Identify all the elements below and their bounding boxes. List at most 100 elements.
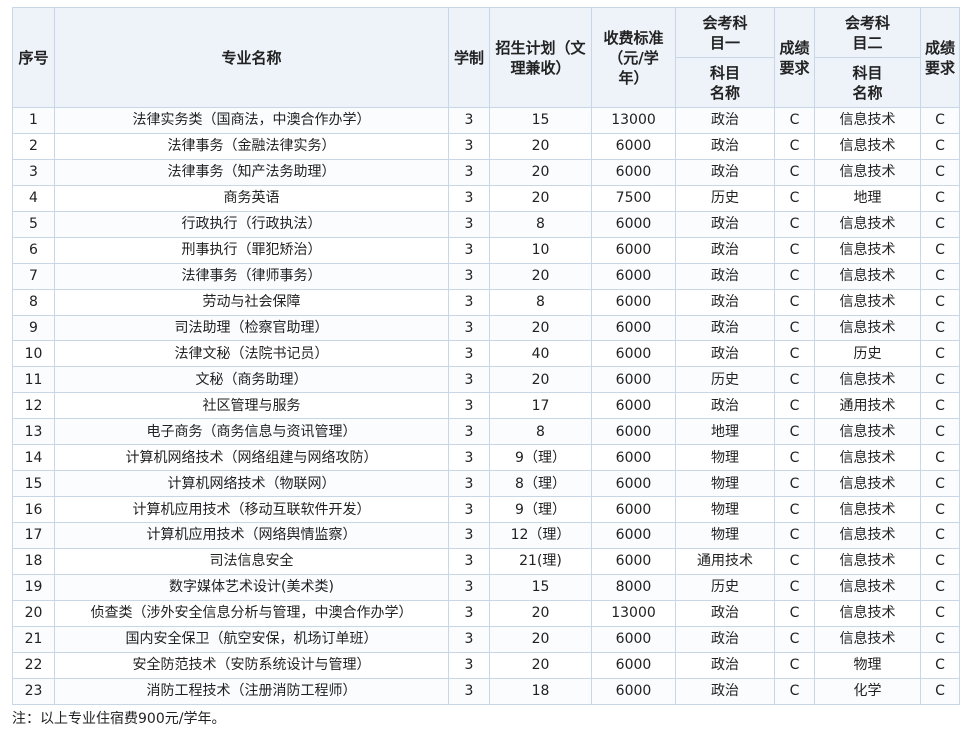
cell-subject1: 政治	[675, 132, 775, 160]
cell-subject1: 政治	[675, 314, 775, 342]
cell-major: 计算机网络技术（网络组建与网络攻防）	[54, 444, 449, 472]
cell-seq: 21	[12, 625, 55, 653]
cell-subject2: 信息技术	[814, 288, 921, 316]
cell-subject1-req: C	[774, 392, 815, 420]
table-body: 1 法律实务类（国商法，中澳合作办学） 3 15 13000 政治 C 信息技术 C 2 法律事务（…	[12, 107, 960, 705]
cell-major: 司法信息安全	[54, 547, 449, 575]
header-subject1-name-text: 科目名称	[709, 63, 740, 102]
cell-major: 商务英语	[54, 184, 449, 212]
cell-major: 文秘（商务助理）	[54, 366, 449, 394]
cell-fee: 6000	[591, 625, 676, 653]
cell-plan: 12（理）	[489, 522, 592, 549]
cell-plan: 8	[489, 418, 592, 446]
cell-subject2-req: C	[920, 236, 960, 264]
cell-fee: 6000	[591, 340, 676, 368]
cell-subject2-req: C	[920, 470, 960, 498]
cell-plan: 20	[489, 158, 592, 186]
cell-subject1: 地理	[675, 418, 775, 446]
cell-seq: 5	[12, 210, 55, 238]
cell-fee: 6000	[591, 288, 676, 316]
cell-subject2: 通用技术	[814, 392, 921, 420]
cell-subject2: 信息技术	[814, 418, 921, 446]
cell-major: 刑事执行（罪犯矫治）	[54, 236, 449, 264]
cell-plan: 18	[489, 677, 592, 705]
cell-subject1: 政治	[675, 340, 775, 368]
cell-plan: 40	[489, 340, 592, 368]
cell-subject1-req: C	[774, 547, 815, 575]
cell-fee: 8000	[591, 573, 676, 601]
cell-major: 消防工程技术（注册消防工程师）	[54, 677, 449, 705]
cell-subject1-req: C	[774, 418, 815, 446]
cell-subject1-req: C	[774, 522, 815, 549]
cell-major: 法律事务（律师事务）	[54, 262, 449, 290]
cell-subject1-req: C	[774, 599, 815, 627]
header-plan-text: 招生计划（文理兼收）	[495, 38, 586, 77]
cell-subject1: 物理	[675, 444, 775, 472]
table-row: 11 文秘（商务助理） 3 20 6000 历史 C 信息技术 C	[12, 366, 960, 394]
cell-plan: 8（理）	[489, 470, 592, 498]
cell-fee: 6000	[591, 522, 676, 549]
cell-major: 电子商务（商务信息与资讯管理）	[54, 418, 449, 446]
cell-subject1-req: C	[774, 651, 815, 679]
cell-seq: 11	[12, 366, 55, 394]
cell-subject2-req: C	[920, 210, 960, 238]
cell-subject1: 政治	[675, 625, 775, 653]
header-fee: 收费标准（元/学年）	[591, 7, 676, 108]
cell-seq: 4	[12, 184, 55, 212]
cell-plan: 20	[489, 625, 592, 653]
cell-fee: 6000	[591, 210, 676, 238]
cell-subject2: 信息技术	[814, 444, 921, 472]
cell-fee: 6000	[591, 392, 676, 420]
cell-subject1: 历史	[675, 366, 775, 394]
cell-plan: 8	[489, 288, 592, 316]
cell-subject2-req: C	[920, 573, 960, 601]
cell-subject2: 信息技术	[814, 262, 921, 290]
cell-seq: 10	[12, 340, 55, 368]
cell-subject2-req: C	[920, 625, 960, 653]
cell-duration: 3	[448, 314, 490, 342]
header-plan: 招生计划（文理兼收）	[489, 7, 592, 108]
admission-table: 序号 专业名称 学制 招生计划（文理兼收） 收费标准（元/学年） 会考科目一 成…	[12, 7, 960, 705]
cell-plan: 20	[489, 599, 592, 627]
header-subject1-req-text: 成绩要求	[779, 38, 810, 77]
cell-fee: 6000	[591, 366, 676, 394]
cell-subject2: 信息技术	[814, 107, 921, 134]
cell-major: 国内安全保卫（航空安保，机场订单班）	[54, 625, 449, 653]
cell-subject1-req: C	[774, 262, 815, 290]
cell-duration: 3	[448, 288, 490, 316]
cell-major: 计算机应用技术（网络舆情监察）	[54, 522, 449, 549]
cell-plan: 20	[489, 184, 592, 212]
cell-subject1: 政治	[675, 210, 775, 238]
cell-subject2: 信息技术	[814, 599, 921, 627]
cell-seq: 9	[12, 314, 55, 342]
cell-major: 司法助理（检察官助理）	[54, 314, 449, 342]
table-row: 4 商务英语 3 20 7500 历史 C 地理 C	[12, 184, 960, 212]
cell-seq: 15	[12, 470, 55, 498]
cell-duration: 3	[448, 158, 490, 186]
header-subject2-group: 会考科目二	[814, 7, 921, 58]
cell-subject1: 通用技术	[675, 547, 775, 575]
header-major: 专业名称	[54, 7, 449, 108]
cell-major: 计算机网络技术（物联网）	[54, 470, 449, 498]
table-row: 8 劳动与社会保障 3 8 6000 政治 C 信息技术 C	[12, 288, 960, 316]
cell-fee: 6000	[591, 496, 676, 523]
cell-subject1-req: C	[774, 314, 815, 342]
cell-plan: 17	[489, 392, 592, 420]
cell-subject1: 政治	[675, 107, 775, 134]
cell-plan: 21(理)	[489, 547, 592, 575]
cell-duration: 3	[448, 210, 490, 238]
cell-plan: 20	[489, 314, 592, 342]
header-duration: 学制	[448, 7, 490, 108]
table-row: 15 计算机网络技术（物联网） 3 8（理） 6000 物理 C 信息技术 C	[12, 470, 960, 498]
cell-subject1-req: C	[774, 107, 815, 134]
cell-subject1-req: C	[774, 625, 815, 653]
table-row: 18 司法信息安全 3 21(理) 6000 通用技术 C 信息技术 C	[12, 547, 960, 575]
table-row: 22 安全防范技术（安防系统设计与管理） 3 20 6000 政治 C 物理 C	[12, 651, 960, 679]
cell-seq: 8	[12, 288, 55, 316]
cell-major: 法律事务（金融法律实务）	[54, 132, 449, 160]
cell-seq: 13	[12, 418, 55, 446]
header-fee-text: 收费标准（元/学年）	[603, 28, 664, 87]
cell-subject2-req: C	[920, 547, 960, 575]
cell-subject1: 政治	[675, 599, 775, 627]
cell-subject2: 信息技术	[814, 314, 921, 342]
